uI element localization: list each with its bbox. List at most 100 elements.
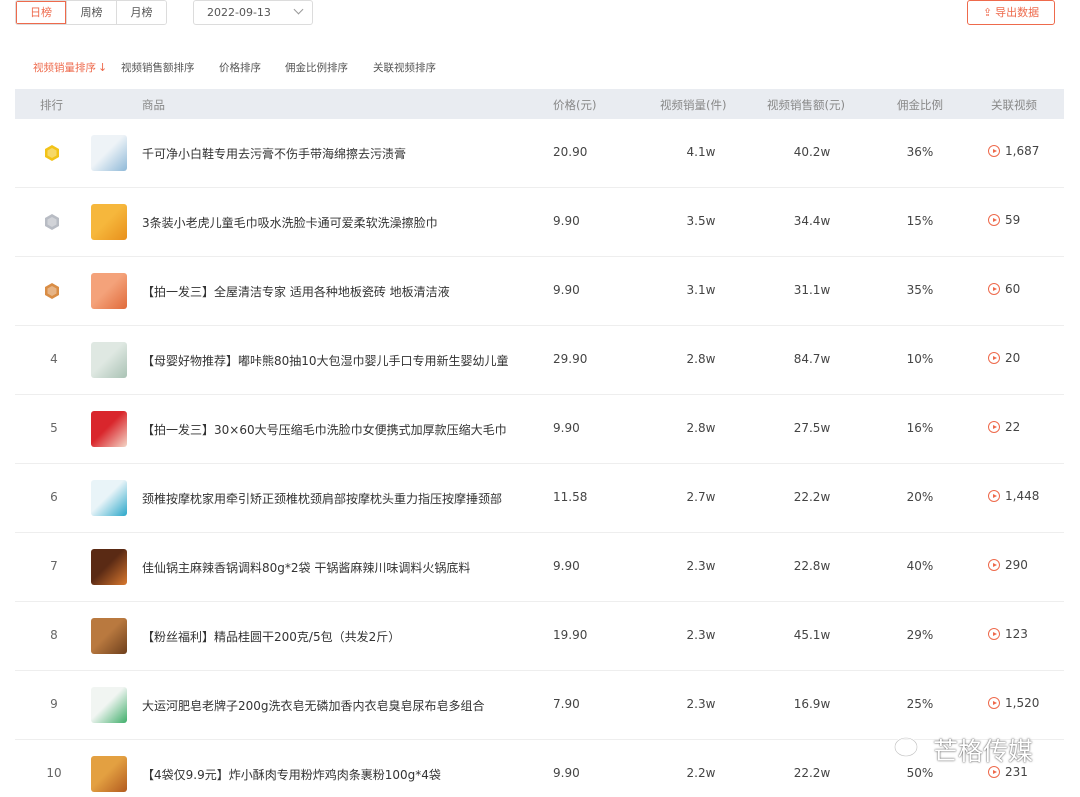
product-title[interactable]: 千可净小白鞋专用去污膏不伤手带海绵擦去污渍膏 bbox=[142, 145, 406, 162]
product-price: 11.58 bbox=[553, 490, 588, 504]
related-videos-count: 1,448 bbox=[1005, 489, 1040, 503]
sort-price[interactable]: 价格排序 bbox=[219, 60, 261, 75]
col-video-revenue: 视频销售额(元) bbox=[767, 98, 845, 112]
product-price: 20.90 bbox=[553, 145, 588, 159]
chevron-down-icon bbox=[293, 4, 304, 15]
sort-video-sales[interactable]: 视频销量排序 ↓ bbox=[33, 60, 107, 75]
table-row[interactable]: 7 佳仙锅主麻辣香锅调料80g*2袋 干锅酱麻辣川味调料火锅底料 9.90 2.… bbox=[15, 533, 1064, 602]
product-title[interactable]: 【母婴好物推荐】嘟咔熊80抽10大包湿巾婴儿手口专用新生婴幼儿童 bbox=[142, 352, 509, 369]
play-icon bbox=[988, 559, 1000, 571]
related-videos[interactable]: 59 bbox=[988, 213, 1020, 227]
table-header: 排行 商品 价格(元) 视频销量(件) 视频销售额(元) 佣金比例 关联视频 bbox=[15, 89, 1064, 119]
product-thumbnail[interactable] bbox=[91, 204, 127, 240]
product-title[interactable]: 颈椎按摩枕家用牵引矫正颈椎枕颈肩部按摩枕头重力指压按摩捶颈部 bbox=[142, 490, 502, 507]
product-price: 9.90 bbox=[553, 214, 580, 228]
video-sales: 2.3w bbox=[686, 628, 716, 642]
related-videos-count: 1,687 bbox=[1005, 144, 1040, 158]
tab-monthly[interactable]: 月榜 bbox=[116, 1, 166, 24]
medal-icon bbox=[45, 214, 59, 230]
product-thumbnail[interactable] bbox=[91, 549, 127, 585]
col-related-videos: 关联视频 bbox=[991, 98, 1037, 112]
product-price: 7.90 bbox=[553, 697, 580, 711]
medal-icon bbox=[45, 145, 59, 161]
sort-label: 视频销量排序 bbox=[33, 62, 96, 74]
top-toolbar: 日榜 周榜 月榜 2022-09-13 ⇪ 导出数据 bbox=[0, 0, 1080, 36]
related-videos[interactable]: 290 bbox=[988, 558, 1028, 572]
video-sales: 2.3w bbox=[686, 559, 716, 573]
tab-daily[interactable]: 日榜 bbox=[16, 1, 66, 24]
col-video-sales: 视频销量(件) bbox=[660, 98, 727, 112]
play-icon bbox=[988, 145, 1000, 157]
play-icon bbox=[988, 697, 1000, 709]
play-icon bbox=[988, 283, 1000, 295]
product-title[interactable]: 3条装小老虎儿童毛巾吸水洗脸卡通可爱柔软洗澡擦脸巾 bbox=[142, 214, 438, 231]
rank-number: 4 bbox=[50, 352, 58, 366]
wechat-icon bbox=[893, 736, 926, 762]
col-price: 价格(元) bbox=[553, 98, 597, 112]
product-price: 9.90 bbox=[553, 766, 580, 780]
product-title[interactable]: 【拍一发三】30×60大号压缩毛巾洗脸巾女便携式加厚款压缩大毛巾 bbox=[142, 421, 507, 438]
sort-commission[interactable]: 佣金比例排序 bbox=[285, 60, 348, 75]
video-sales: 3.5w bbox=[686, 214, 716, 228]
commission-ratio: 10% bbox=[906, 352, 934, 366]
product-thumbnail[interactable] bbox=[91, 411, 127, 447]
commission-ratio: 15% bbox=[906, 214, 934, 228]
export-button[interactable]: ⇪ 导出数据 bbox=[967, 0, 1055, 25]
video-sales: 4.1w bbox=[686, 145, 716, 159]
commission-ratio: 25% bbox=[906, 697, 934, 711]
table-row[interactable]: 6 颈椎按摩枕家用牵引矫正颈椎枕颈肩部按摩枕头重力指压按摩捶颈部 11.58 2… bbox=[15, 464, 1064, 533]
related-videos[interactable]: 1,520 bbox=[988, 696, 1039, 710]
commission-ratio: 16% bbox=[906, 421, 934, 435]
product-thumbnail[interactable] bbox=[91, 687, 127, 723]
table-row[interactable]: 千可净小白鞋专用去污膏不伤手带海绵擦去污渍膏 20.90 4.1w 40.2w … bbox=[15, 119, 1064, 188]
product-title[interactable]: 【4袋仅9.9元】炸小酥肉专用粉炸鸡肉条裹粉100g*4袋 bbox=[142, 766, 441, 783]
period-tabs: 日榜 周榜 月榜 bbox=[15, 0, 167, 25]
product-title[interactable]: 【粉丝福利】精品桂圆干200克/5包（共发2斤） bbox=[142, 628, 400, 645]
table-row[interactable]: 8 【粉丝福利】精品桂圆干200克/5包（共发2斤） 19.90 2.3w 45… bbox=[15, 602, 1064, 671]
video-revenue: 45.1w bbox=[793, 628, 831, 642]
product-thumbnail[interactable] bbox=[91, 342, 127, 378]
video-sales: 2.8w bbox=[686, 421, 716, 435]
product-title[interactable]: 大运河肥皂老牌子200g洗衣皂无磷加香内衣皂臭皂尿布皂多组合 bbox=[142, 697, 485, 714]
col-commission: 佣金比例 bbox=[897, 98, 943, 112]
product-thumbnail[interactable] bbox=[91, 480, 127, 516]
sort-related-videos[interactable]: 关联视频排序 bbox=[373, 60, 436, 75]
product-thumbnail[interactable] bbox=[91, 618, 127, 654]
commission-ratio: 36% bbox=[906, 145, 934, 159]
col-product: 商品 bbox=[142, 98, 165, 112]
table-row[interactable]: 3条装小老虎儿童毛巾吸水洗脸卡通可爱柔软洗澡擦脸巾 9.90 3.5w 34.4… bbox=[15, 188, 1064, 257]
upload-icon: ⇪ bbox=[982, 6, 993, 19]
table-row[interactable]: 【拍一发三】全屋清洁专家 适用各种地板瓷砖 地板清洁液 9.90 3.1w 31… bbox=[15, 257, 1064, 326]
table-row[interactable]: 5 【拍一发三】30×60大号压缩毛巾洗脸巾女便携式加厚款压缩大毛巾 9.90 … bbox=[15, 395, 1064, 464]
rank-number: 5 bbox=[50, 421, 58, 435]
sort-video-revenue[interactable]: 视频销售额排序 bbox=[121, 60, 195, 75]
tab-weekly[interactable]: 周榜 bbox=[66, 1, 116, 24]
related-videos[interactable]: 60 bbox=[988, 282, 1020, 296]
related-videos[interactable]: 20 bbox=[988, 351, 1020, 365]
commission-ratio: 29% bbox=[906, 628, 934, 642]
export-label: 导出数据 bbox=[995, 6, 1040, 19]
video-revenue: 84.7w bbox=[793, 352, 831, 366]
product-thumbnail[interactable] bbox=[91, 135, 127, 171]
related-videos-count: 60 bbox=[1005, 282, 1021, 296]
product-title[interactable]: 【拍一发三】全屋清洁专家 适用各种地板瓷砖 地板清洁液 bbox=[142, 283, 450, 300]
play-icon bbox=[988, 421, 1000, 433]
related-videos[interactable]: 1,448 bbox=[988, 489, 1039, 503]
product-title[interactable]: 佳仙锅主麻辣香锅调料80g*2袋 干锅酱麻辣川味调料火锅底料 bbox=[142, 559, 470, 576]
play-icon bbox=[988, 352, 1000, 364]
video-revenue: 31.1w bbox=[793, 283, 831, 297]
product-price: 9.90 bbox=[553, 559, 580, 573]
product-thumbnail[interactable] bbox=[91, 756, 127, 792]
video-sales: 3.1w bbox=[686, 283, 716, 297]
table-row[interactable]: 4 【母婴好物推荐】嘟咔熊80抽10大包湿巾婴儿手口专用新生婴幼儿童 29.90… bbox=[15, 326, 1064, 395]
product-price: 9.90 bbox=[553, 421, 580, 435]
rank-number: 8 bbox=[50, 628, 58, 642]
related-videos[interactable]: 123 bbox=[988, 627, 1028, 641]
product-thumbnail[interactable] bbox=[91, 273, 127, 309]
related-videos[interactable]: 1,687 bbox=[988, 144, 1039, 158]
related-videos[interactable]: 22 bbox=[988, 420, 1020, 434]
rank-number: 10 bbox=[46, 766, 62, 780]
sort-bar: 视频销量排序 ↓ 视频销售额排序 价格排序 佣金比例排序 关联视频排序 bbox=[15, 44, 1064, 89]
related-videos-count: 290 bbox=[1005, 558, 1028, 572]
date-picker[interactable]: 2022-09-13 bbox=[193, 0, 313, 25]
